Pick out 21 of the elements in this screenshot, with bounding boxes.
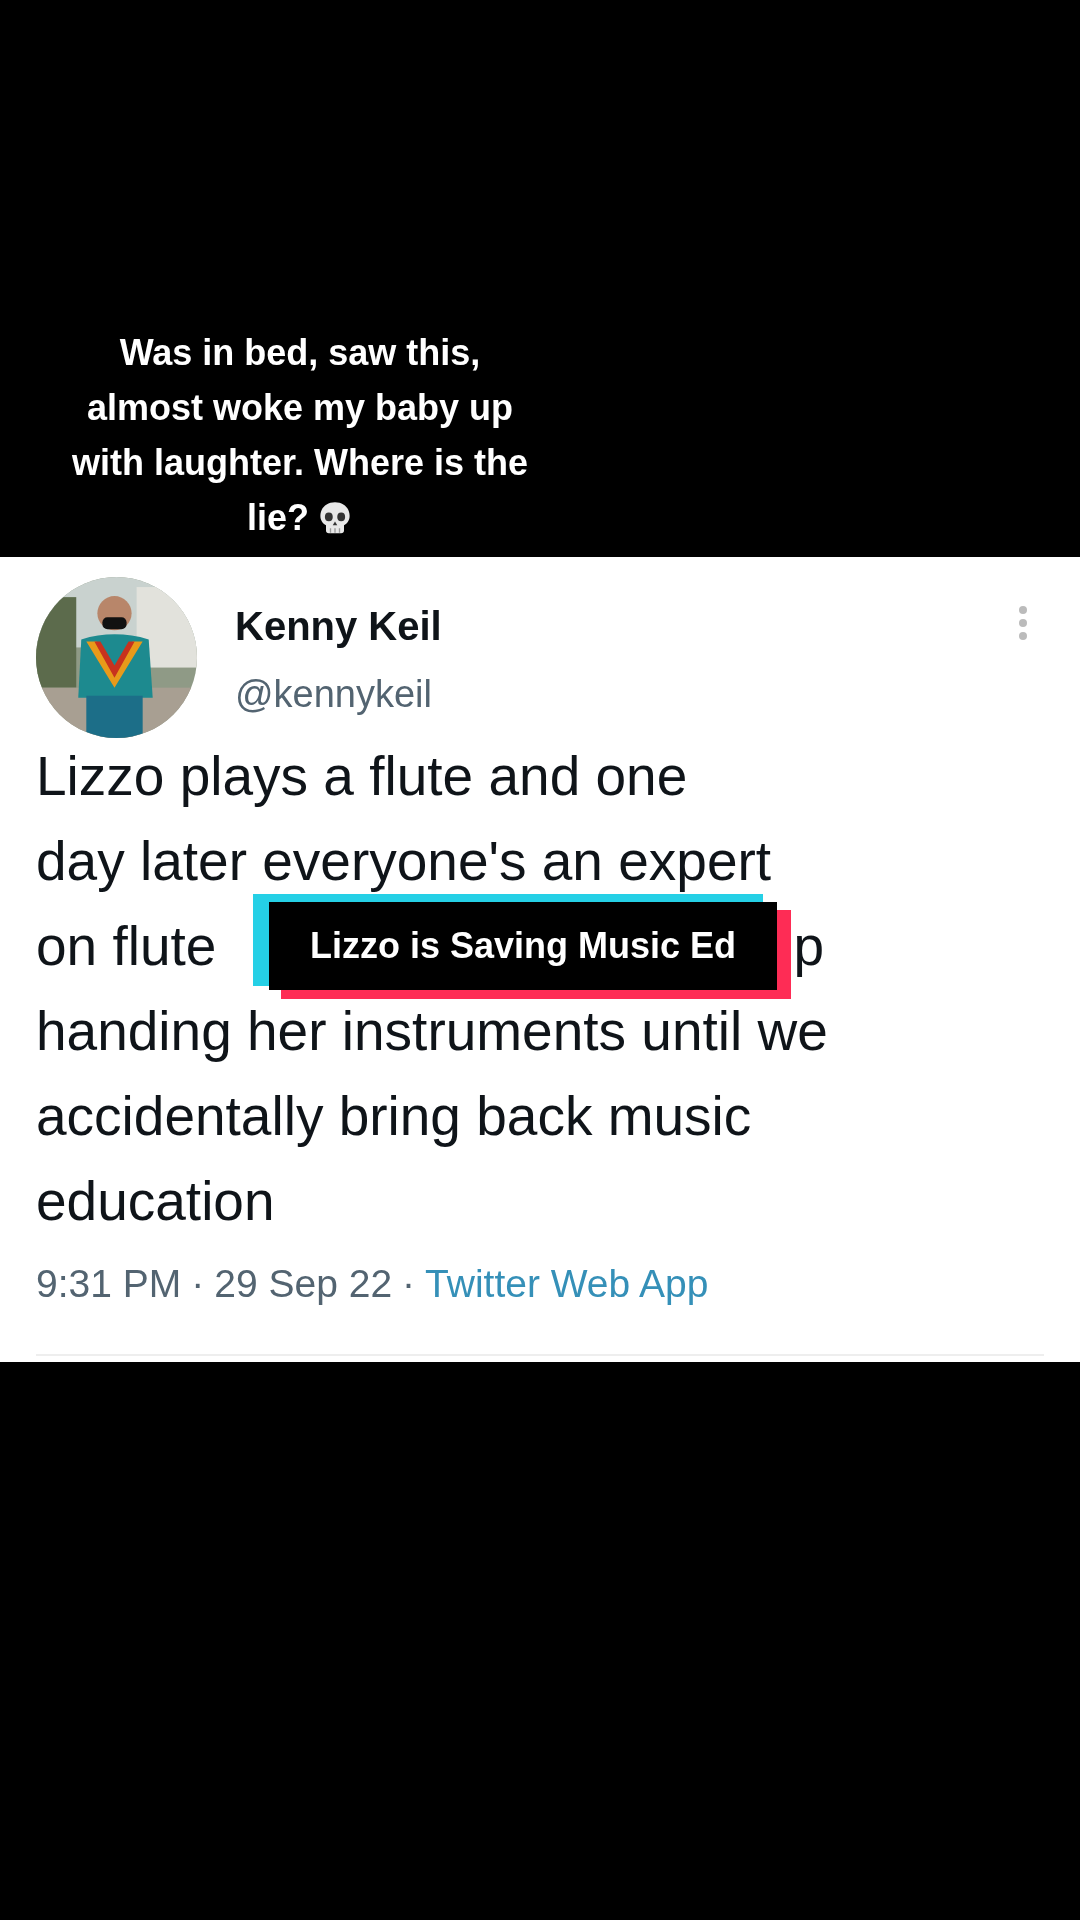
author-handle: @kennykeil bbox=[235, 672, 433, 717]
tweet-text: handing her instruments until we bbox=[36, 999, 828, 1064]
caption-text: lie? bbox=[247, 496, 309, 540]
more-options-icon[interactable] bbox=[1018, 605, 1028, 641]
tweet-text: education bbox=[36, 1169, 275, 1234]
separator-dot: · bbox=[191, 1262, 205, 1306]
tweet-timestamp: 9:31 PM bbox=[36, 1262, 182, 1306]
tweet-text: accidentally bring back music bbox=[36, 1084, 752, 1149]
tweet-text: on flute bbox=[36, 914, 217, 979]
caption-text: with laughter. Where is the bbox=[71, 441, 529, 485]
tweet-timestamp: 29 Sep 22 bbox=[214, 1262, 393, 1306]
tweet-text: p bbox=[793, 914, 824, 979]
source-link[interactable]: Twitter Web App bbox=[425, 1262, 709, 1306]
skull-icon bbox=[317, 499, 353, 536]
tweet-text: day later everyone's an expert bbox=[36, 829, 772, 894]
author-name: Kenny Keil bbox=[235, 603, 443, 650]
caption-text: almost woke my baby up bbox=[86, 386, 514, 430]
tweet-text: Lizzo plays a flute and one bbox=[36, 744, 688, 809]
sticker-label: Lizzo is Saving Music Ed bbox=[269, 902, 777, 990]
caption-text: Was in bed, saw this, bbox=[119, 331, 481, 375]
separator-dot: · bbox=[402, 1262, 416, 1306]
